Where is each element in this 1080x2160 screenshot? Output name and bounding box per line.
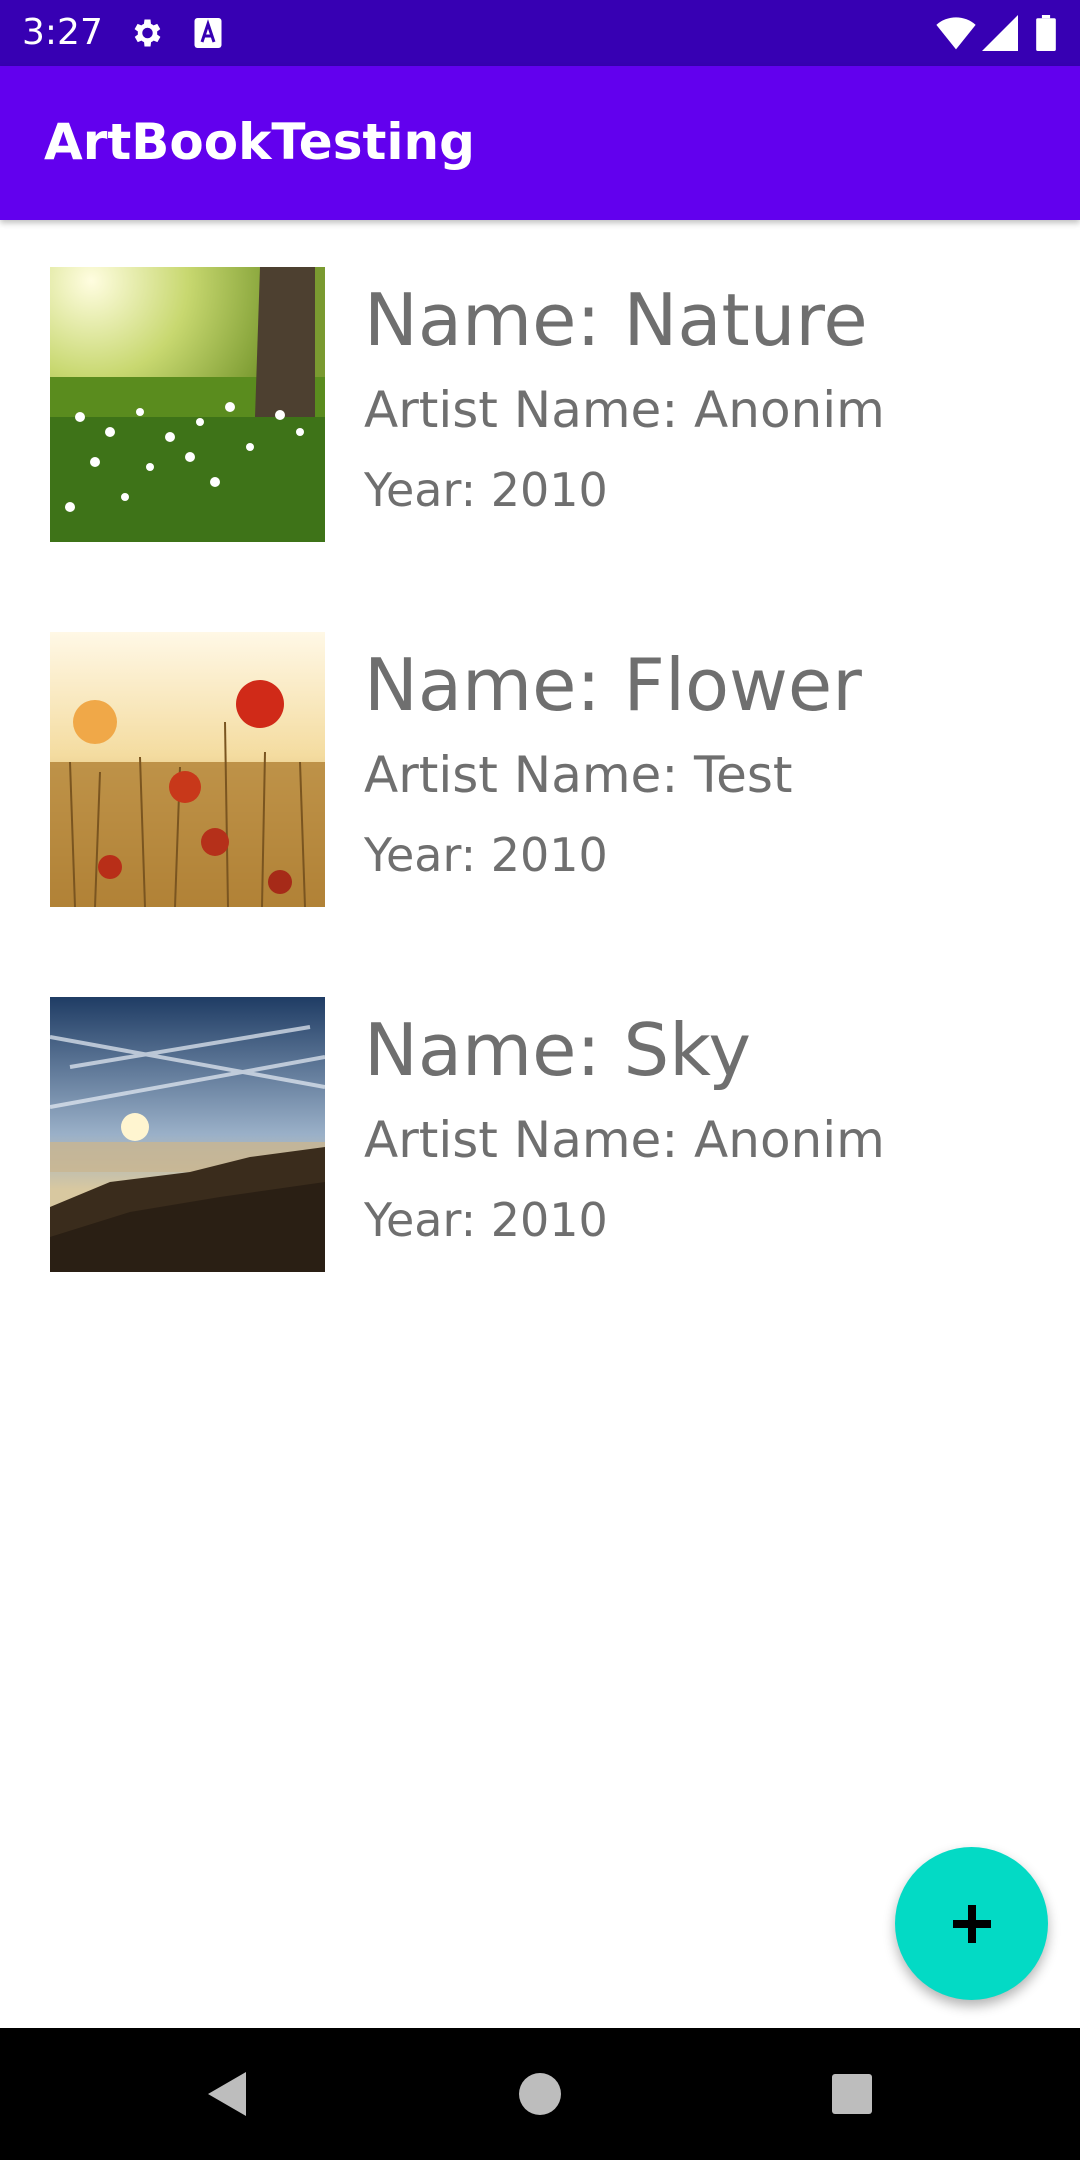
app-title: ArtBookTesting <box>44 113 475 171</box>
battery-icon <box>1035 15 1057 55</box>
keyboard-a-icon <box>192 15 224 55</box>
flower-thumbnail <box>50 632 325 907</box>
art-name: Name: Nature <box>364 278 868 362</box>
navigation-bar <box>0 2028 1080 2160</box>
plus-icon <box>953 1905 991 1943</box>
art-list-item[interactable]: Name: Nature Artist Name: Anonim Year: 2… <box>0 220 1080 585</box>
sky-thumbnail <box>50 997 325 1272</box>
art-year: Year: 2010 <box>364 828 608 882</box>
art-artist: Artist Name: Test <box>364 746 793 804</box>
add-art-button[interactable] <box>895 1847 1048 2000</box>
art-name: Name: Sky <box>364 1008 751 1092</box>
status-time: 3:27 <box>22 12 103 53</box>
signal-icon <box>982 15 1018 55</box>
settings-icon <box>128 15 164 55</box>
home-icon[interactable] <box>510 2064 570 2124</box>
art-name: Name: Flower <box>364 643 862 727</box>
art-year: Year: 2010 <box>364 463 608 517</box>
nature-thumbnail <box>50 267 325 542</box>
art-year: Year: 2010 <box>364 1193 608 1247</box>
back-icon[interactable] <box>198 2064 258 2124</box>
wifi-icon <box>936 15 976 55</box>
art-list: Name: Nature Artist Name: Anonim Year: 2… <box>0 220 1080 1315</box>
art-list-item[interactable]: Name: Sky Artist Name: Anonim Year: 2010 <box>0 950 1080 1315</box>
status-bar: 3:27 <box>0 0 1080 66</box>
art-artist: Artist Name: Anonim <box>364 1111 885 1169</box>
art-list-item[interactable]: Name: Flower Artist Name: Test Year: 201… <box>0 585 1080 950</box>
app-bar: ArtBookTesting <box>0 66 1080 220</box>
recents-icon[interactable] <box>822 2064 882 2124</box>
art-artist: Artist Name: Anonim <box>364 381 885 439</box>
